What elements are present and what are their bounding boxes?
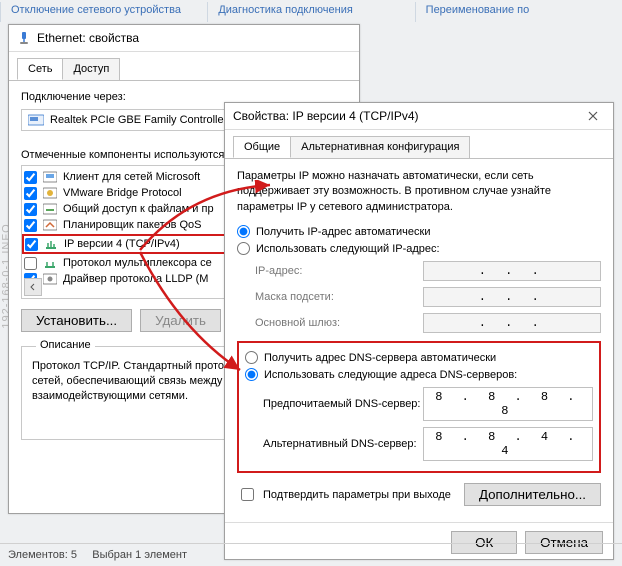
radio-label: Получить IP-адрес автоматически xyxy=(256,226,430,238)
protocol-icon xyxy=(43,256,57,270)
ipv4-properties-window: Свойства: IP версии 4 (TCP/IPv4) Общие А… xyxy=(224,102,614,560)
ribbon-disable[interactable]: Отключение сетевого устройства xyxy=(0,2,207,22)
dns-alt-field[interactable]: 8 . 8 . 4 . 4 xyxy=(423,427,593,461)
nic-icon xyxy=(28,114,44,126)
radio-dns-auto[interactable]: Получить адрес DNS-сервера автоматически xyxy=(245,351,593,364)
uninstall-button[interactable]: Удалить xyxy=(140,309,221,332)
window-title: Свойства: IP версии 4 (TCP/IPv4) xyxy=(233,103,419,129)
radio-label: Использовать следующие адреса DNS-сервер… xyxy=(264,369,517,381)
gateway-field: . . . xyxy=(423,313,601,333)
window-title: Ethernet: свойства xyxy=(37,25,139,51)
ip-address-label: IP-адрес: xyxy=(237,265,423,277)
advanced-button[interactable]: Дополнительно... xyxy=(464,483,601,506)
tab-access[interactable]: Доступ xyxy=(62,58,120,80)
install-button[interactable]: Установить... xyxy=(21,309,132,332)
radio-ip-auto[interactable]: Получить IP-адрес автоматически xyxy=(237,225,601,238)
checkbox[interactable] xyxy=(25,238,38,251)
tab-alternate[interactable]: Альтернативная конфигурация xyxy=(290,136,470,158)
scroll-left-button[interactable] xyxy=(24,278,42,296)
titlebar: Свойства: IP версии 4 (TCP/IPv4) xyxy=(225,103,613,130)
radio[interactable] xyxy=(237,242,250,255)
validate-checkbox[interactable] xyxy=(241,488,254,501)
ribbon-diagnose[interactable]: Диагностика подключения xyxy=(207,2,414,22)
gateway-label: Основной шлюз: xyxy=(237,317,423,329)
ribbon-rename[interactable]: Переименование по xyxy=(415,2,622,22)
validate-checkbox-row[interactable]: Подтвердить параметры при выходе xyxy=(237,485,451,504)
description-title: Описание xyxy=(36,339,95,351)
service-icon xyxy=(43,186,57,200)
subnet-mask-label: Маска подсети: xyxy=(237,291,423,303)
component-label: VMware Bridge Protocol xyxy=(63,187,182,199)
tab-general[interactable]: Общие xyxy=(233,136,291,158)
intro-text: Параметры IP можно назначать автоматичес… xyxy=(237,169,601,215)
component-label: Общий доступ к файлам и пр xyxy=(63,203,214,215)
checkbox[interactable] xyxy=(24,171,37,184)
protocol-icon xyxy=(44,237,58,251)
tab-network[interactable]: Сеть xyxy=(17,58,63,80)
radio[interactable] xyxy=(237,225,250,238)
tabs: Общие Альтернативная конфигурация xyxy=(225,130,613,159)
qos-icon xyxy=(43,218,57,232)
component-label: Клиент для сетей Microsoft xyxy=(63,171,200,183)
radio-label: Использовать следующий IP-адрес: xyxy=(256,243,440,255)
ip-address-field: . . . xyxy=(423,261,601,281)
radio[interactable] xyxy=(245,351,258,364)
share-icon xyxy=(43,202,57,216)
radio-dns-manual[interactable]: Использовать следующие адреса DNS-сервер… xyxy=(245,368,593,381)
dns-pref-field[interactable]: 8 . 8 . 8 . 8 xyxy=(423,387,593,421)
checkbox[interactable] xyxy=(24,257,37,270)
ethernet-icon xyxy=(17,31,31,45)
component-label: Протокол мультиплексора се xyxy=(63,257,212,269)
radio-ip-manual[interactable]: Использовать следующий IP-адрес: xyxy=(237,242,601,255)
component-label: Планировщик пакетов QoS xyxy=(63,219,202,231)
status-bar: Элементов: 5 Выбран 1 элемент xyxy=(0,543,622,566)
radio[interactable] xyxy=(245,368,258,381)
checkbox[interactable] xyxy=(24,203,37,216)
component-label: IP версии 4 (TCP/IPv4) xyxy=(64,238,180,250)
adapter-name: Realtek PCIe GBE Family Controller xyxy=(50,114,227,126)
subnet-mask-field: . . . xyxy=(423,287,601,307)
tabs: Сеть Доступ xyxy=(9,52,359,81)
close-button[interactable] xyxy=(573,103,613,129)
client-icon xyxy=(43,170,57,184)
dns-pref-label: Предпочитаемый DNS-сервер: xyxy=(245,398,423,410)
status-selection: Выбран 1 элемент xyxy=(92,549,187,561)
checkbox[interactable] xyxy=(24,219,37,232)
validate-label: Подтвердить параметры при выходе xyxy=(263,489,451,501)
status-element-count: Элементов: 5 xyxy=(8,549,77,561)
titlebar: Ethernet: свойства xyxy=(9,25,359,52)
checkbox[interactable] xyxy=(24,187,37,200)
radio-label: Получить адрес DNS-сервера автоматически xyxy=(264,352,496,364)
dns-alt-label: Альтернативный DNS-сервер: xyxy=(245,438,423,450)
